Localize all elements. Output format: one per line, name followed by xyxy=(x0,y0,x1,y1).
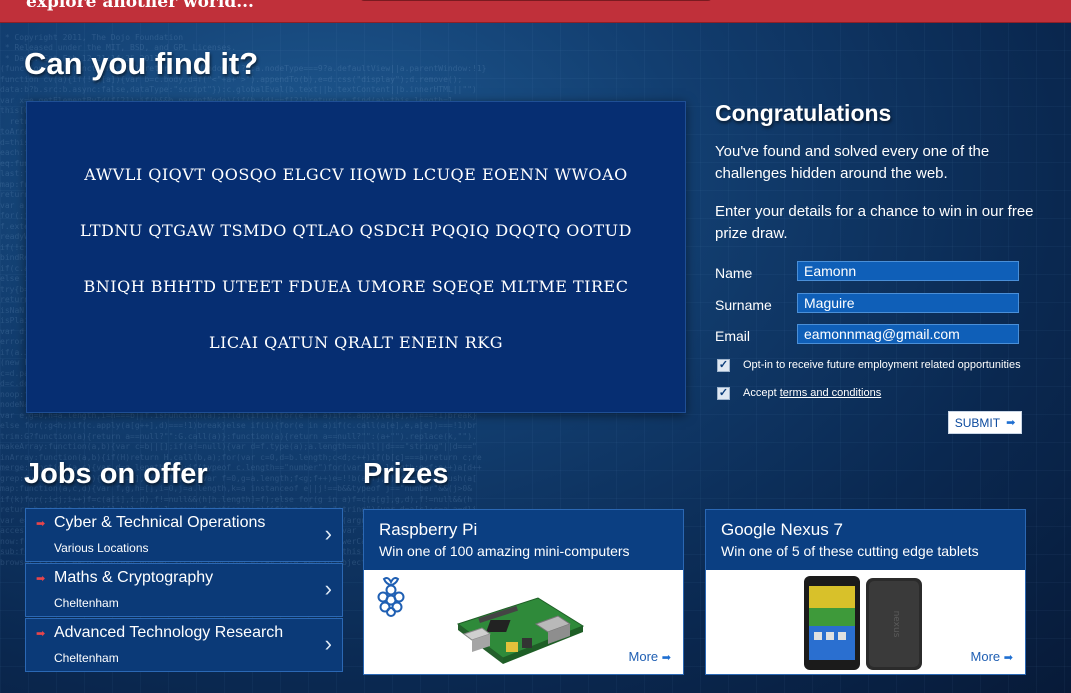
job-location: Cheltenham xyxy=(54,651,119,665)
svg-text:nexus: nexus xyxy=(891,611,901,638)
more-link[interactable]: More ➡ xyxy=(629,649,671,664)
prize-title: Google Nexus 7 xyxy=(721,520,843,539)
email-row: Email xyxy=(715,324,1025,346)
surname-label: Surname xyxy=(715,297,772,313)
submit-button[interactable]: SUBMIT ➡ xyxy=(948,411,1022,434)
submit-label: SUBMIT xyxy=(954,415,1001,430)
prize-title: Raspberry Pi xyxy=(379,520,478,539)
email-input[interactable] xyxy=(797,324,1019,344)
job-location: Various Locations xyxy=(54,541,149,555)
optin-checkbox[interactable]: ✓ xyxy=(717,359,730,372)
banner-tab xyxy=(360,0,712,1)
congratulations-text: You've found and solved every one of the… xyxy=(715,143,990,182)
surname-row: Surname xyxy=(715,293,1025,315)
raspberry-logo-icon xyxy=(377,577,405,617)
chevron-right-icon: › xyxy=(324,576,332,601)
cipher-line-4: LICAI QATUN QRALT ENEIN RKG xyxy=(208,333,504,352)
prize-card-nexus-7: Google Nexus 7 Win one of 5 of these cut… xyxy=(705,509,1026,675)
job-item[interactable]: ➡ Maths & Cryptography Cheltenham › xyxy=(25,563,343,617)
accept-checkbox[interactable]: ✓ xyxy=(717,387,730,400)
prize-header: Google Nexus 7 Win one of 5 of these cut… xyxy=(706,510,1025,570)
optin-row: ✓ Opt-in to receive future employment re… xyxy=(717,358,1037,374)
prize-subtitle: Win one of 5 of these cutting edge table… xyxy=(721,543,979,559)
accept-label: Accept xyxy=(743,387,777,399)
page-title: Can you find it? xyxy=(24,46,259,81)
arrow-right-icon: ➡ xyxy=(661,652,671,664)
name-label: Name xyxy=(715,265,753,281)
arrow-right-icon: ➡ xyxy=(1006,417,1016,429)
arrow-bullet-icon: ➡ xyxy=(36,628,46,640)
accept-text: Accept terms and conditions xyxy=(743,387,881,399)
job-item[interactable]: ➡ Cyber & Technical Operations Various L… xyxy=(25,508,343,562)
raspberry-pi-board-image xyxy=(456,597,585,664)
surname-input[interactable] xyxy=(797,293,1019,313)
prizes-title: Prizes xyxy=(363,458,449,490)
jobs-list: ➡ Cyber & Technical Operations Various L… xyxy=(25,508,343,673)
more-label: More xyxy=(628,649,659,664)
prize-header: Raspberry Pi Win one of 100 amazing mini… xyxy=(364,510,683,570)
nexus-tablets-image: nexus xyxy=(804,576,922,670)
name-input[interactable] xyxy=(797,261,1019,281)
top-banner: explore another world... xyxy=(0,0,1071,23)
chevron-right-icon: › xyxy=(324,521,332,546)
arrow-bullet-icon: ➡ xyxy=(36,518,46,530)
jobs-title: Jobs on offer xyxy=(24,458,208,490)
prize-card-raspberry-pi: Raspberry Pi Win one of 100 amazing mini… xyxy=(363,509,684,675)
job-title: Advanced Technology Research xyxy=(54,624,284,641)
cipher-line-2: LTDNU QTGAW TSMDO QTLAO QSDCH PQQIQ DQQT… xyxy=(80,221,632,240)
job-title: Cyber & Technical Operations xyxy=(54,514,266,531)
prize-draw-text: Enter your details for a chance to win i… xyxy=(715,203,1034,242)
job-item[interactable]: ➡ Advanced Technology Research Cheltenha… xyxy=(25,618,343,672)
job-title: Maths & Cryptography xyxy=(54,569,214,586)
more-label: More xyxy=(970,649,1001,664)
job-location: Cheltenham xyxy=(54,596,119,610)
cipher-panel: AWVLI QIQVT QOSQO ELGCV IIQWD LCUQE EOEN… xyxy=(26,101,686,413)
chevron-right-icon: › xyxy=(324,631,332,656)
cipher-line-3: BNIQH BHHTD UTEET FDUEA UMORE SQEQE MLTM… xyxy=(83,277,629,296)
cipher-line-1: AWVLI QIQVT QOSQO ELGCV IIQWD LCUQE EOEN… xyxy=(84,165,628,184)
arrow-right-icon: ➡ xyxy=(1003,652,1013,664)
accept-row: ✓ Accept terms and conditions xyxy=(717,386,1037,402)
terms-link[interactable]: terms and conditions xyxy=(780,387,882,399)
arrow-bullet-icon: ➡ xyxy=(36,573,46,585)
optin-label: Opt-in to receive future employment rela… xyxy=(743,359,1021,371)
more-link[interactable]: More ➡ xyxy=(971,649,1013,664)
prize-subtitle: Win one of 100 amazing mini-computers xyxy=(379,543,630,559)
congratulations-title: Congratulations xyxy=(715,100,892,126)
congratulations-panel: Congratulations You've found and solved … xyxy=(715,100,1045,242)
email-label: Email xyxy=(715,328,751,344)
banner-tagline: explore another world... xyxy=(26,0,254,12)
name-row: Name xyxy=(715,261,1025,283)
